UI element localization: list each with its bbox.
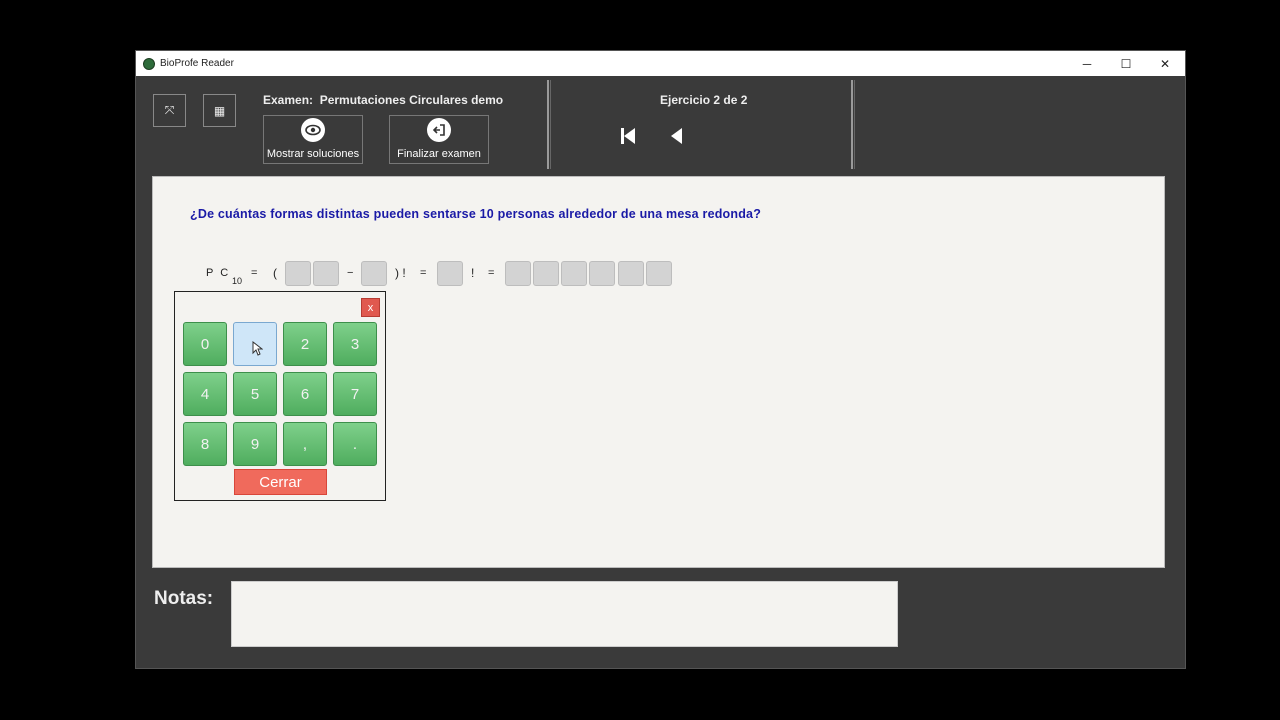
previous-icon	[671, 128, 682, 144]
formula-open-paren: (	[273, 266, 277, 280]
formula-factorial: !	[471, 266, 475, 280]
show-solutions-button[interactable]: Mostrar soluciones	[263, 115, 363, 164]
key-7[interactable]: 7	[333, 372, 377, 416]
finish-exam-button[interactable]: Finalizar examen	[389, 115, 489, 164]
title-bar: BioProfe Reader ─ ☐ ✕	[136, 51, 1185, 76]
exam-name: Permutaciones Circulares demo	[319, 93, 504, 107]
key-1[interactable]	[233, 322, 277, 366]
first-exercise-button[interactable]	[620, 127, 636, 150]
mouse-cursor-icon	[252, 340, 263, 356]
calculator-icon: ▦	[213, 103, 226, 118]
answer-box[interactable]	[361, 261, 387, 286]
toolbar: ⤧ ▦ Examen: Permutaciones Circulares dem…	[136, 76, 1185, 176]
key-8[interactable]: 8	[183, 422, 227, 466]
exercise-panel: ¿De cuántas formas distintas pueden sent…	[152, 176, 1165, 568]
numeric-keypad: x 0 2 3 4 5 6 7 8 9 , . Cerrar	[174, 291, 386, 501]
key-0[interactable]: 0	[183, 322, 227, 366]
previous-exercise-button[interactable]	[670, 127, 683, 150]
key-period[interactable]: .	[333, 422, 377, 466]
answer-box[interactable]	[313, 261, 339, 286]
app-window: BioProfe Reader ─ ☐ ✕ ⤧ ▦ Examen: Permut…	[135, 50, 1186, 669]
answer-formula: P C 10 = ( − ) ! = ! =	[153, 261, 1164, 291]
exercise-counter: Ejercicio 2 de 2	[660, 93, 748, 107]
formula-equals: =	[251, 267, 258, 279]
notes-label: Notas:	[154, 588, 214, 609]
close-window-button[interactable]: ✕	[1146, 51, 1184, 76]
minimize-button[interactable]: ─	[1068, 51, 1106, 76]
exam-prefix: Examen:	[263, 93, 314, 107]
formula-minus: −	[347, 267, 354, 279]
show-solutions-label: Mostrar soluciones	[266, 148, 360, 160]
key-5[interactable]: 5	[233, 372, 277, 416]
toolbar-divider	[851, 80, 855, 169]
formula-pc: P C	[206, 267, 231, 279]
maximize-button[interactable]: ☐	[1107, 51, 1145, 76]
app-logo-icon	[143, 57, 155, 70]
key-3[interactable]: 3	[333, 322, 377, 366]
skip-first-icon	[621, 128, 635, 144]
finish-exam-label: Finalizar examen	[397, 148, 481, 160]
formula-close-factorial: ) !	[395, 266, 406, 280]
answer-digit-box[interactable]	[646, 261, 672, 286]
expand-icon: ⤧	[164, 103, 175, 117]
calculator-button[interactable]: ▦	[203, 94, 236, 127]
key-6[interactable]: 6	[283, 372, 327, 416]
answer-digit-box[interactable]	[505, 261, 531, 286]
answer-box[interactable]	[285, 261, 311, 286]
answer-box[interactable]	[437, 261, 463, 286]
answer-digit-box[interactable]	[533, 261, 559, 286]
answer-digit-box[interactable]	[561, 261, 587, 286]
exam-title: Examen: Permutaciones Circulares demo	[263, 93, 503, 107]
key-comma[interactable]: ,	[283, 422, 327, 466]
eye-icon	[301, 118, 325, 142]
question-text: ¿De cuántas formas distintas pueden sent…	[190, 207, 762, 221]
toolbar-divider	[547, 80, 551, 169]
formula-subscript: 10	[232, 276, 243, 286]
exit-icon	[427, 118, 451, 142]
fullscreen-button[interactable]: ⤧	[153, 94, 186, 127]
notes-textarea[interactable]	[231, 581, 898, 647]
answer-digit-box[interactable]	[589, 261, 615, 286]
formula-equals: =	[488, 267, 495, 279]
formula-equals: =	[420, 267, 427, 279]
keypad-close-button[interactable]: x	[361, 298, 380, 317]
key-4[interactable]: 4	[183, 372, 227, 416]
answer-digit-box[interactable]	[618, 261, 644, 286]
key-9[interactable]: 9	[233, 422, 277, 466]
window-title: BioProfe Reader	[160, 58, 234, 69]
keypad-cerrar-button[interactable]: Cerrar	[234, 469, 327, 495]
key-2[interactable]: 2	[283, 322, 327, 366]
